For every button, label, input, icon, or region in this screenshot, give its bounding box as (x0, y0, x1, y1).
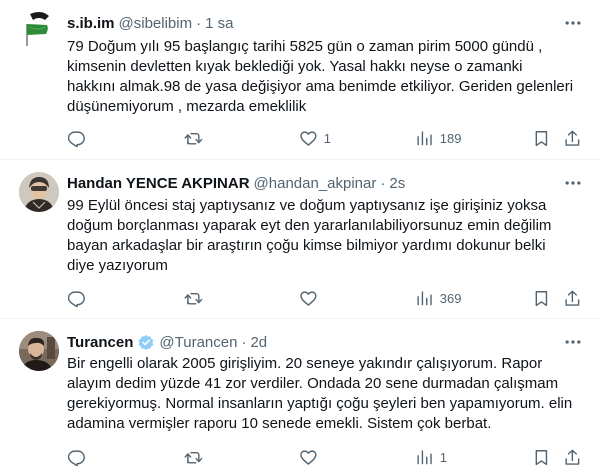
views-chart-icon (415, 448, 434, 467)
views-count: 369 (439, 290, 462, 306)
views-button[interactable]: 189 (415, 128, 461, 148)
separator-dot: · (380, 174, 386, 192)
reply-button[interactable] (67, 447, 92, 467)
author-name[interactable]: Turancen (67, 334, 133, 351)
author-name[interactable]: Handan YENCE AKPINAR (67, 175, 250, 192)
views-button[interactable]: 369 (415, 288, 461, 308)
retweet-button[interactable] (184, 128, 209, 148)
timestamp[interactable]: 1 sa (205, 15, 233, 32)
author-handle[interactable]: @Turancen (159, 334, 237, 351)
tweet-header: s.ib.im @sibelibim · 1 sa (67, 13, 233, 33)
timeline: s.ib.im @sibelibim · 1 sa 79 Doğum yılı … (0, 0, 601, 475)
views-button[interactable]: 1 (415, 447, 447, 467)
tweet-header: Turancen @Turancen · 2d (67, 332, 267, 352)
reply-icon (67, 448, 86, 467)
bookmark-icon (532, 448, 551, 467)
like-button[interactable]: 1 (299, 128, 331, 148)
tweet[interactable]: Handan YENCE AKPINAR @handan_akpinar · 2… (0, 160, 601, 319)
views-chart-icon (415, 289, 434, 308)
tweet-actions: 1 (67, 447, 587, 467)
reply-icon (67, 289, 86, 308)
bookmark-button[interactable] (532, 447, 551, 467)
verified-badge-icon (137, 333, 155, 351)
bookmark-button[interactable] (532, 128, 551, 148)
views-chart-icon (415, 129, 434, 148)
timestamp[interactable]: 2d (250, 334, 267, 351)
more-dots-icon[interactable] (563, 332, 583, 352)
author-handle[interactable]: @handan_akpinar (254, 175, 377, 192)
retweet-button[interactable] (184, 447, 209, 467)
views-count: 1 (439, 449, 447, 465)
like-button[interactable] (299, 447, 324, 467)
bookmark-button[interactable] (532, 288, 551, 308)
retweet-icon (184, 129, 203, 148)
separator-dot: · (241, 333, 247, 351)
tweet-header: Handan YENCE AKPINAR @handan_akpinar · 2… (67, 173, 405, 193)
share-button[interactable] (563, 288, 582, 308)
heart-icon (299, 289, 318, 308)
reply-icon (67, 129, 86, 148)
avatar[interactable] (19, 331, 59, 371)
more-dots-icon[interactable] (563, 13, 583, 33)
like-button[interactable] (299, 288, 324, 308)
author-name[interactable]: s.ib.im (67, 15, 115, 32)
retweet-button[interactable] (184, 288, 209, 308)
share-button[interactable] (563, 128, 582, 148)
views-count: 189 (439, 130, 462, 146)
retweet-icon (184, 448, 203, 467)
tweet-text: 79 Doğum yılı 95 başlangıç tarihi 5825 g… (67, 38, 574, 115)
share-icon (563, 448, 582, 467)
tweet-text: Bir engelli olarak 2005 girişliyim. 20 s… (67, 355, 573, 432)
more-dots-icon[interactable] (563, 173, 583, 193)
share-button[interactable] (563, 447, 582, 467)
tweet[interactable]: s.ib.im @sibelibim · 1 sa 79 Doğum yılı … (0, 0, 601, 160)
heart-icon (299, 129, 318, 148)
separator-dot: · (196, 14, 202, 32)
tweet-actions: 1 189 (67, 128, 587, 148)
reply-button[interactable] (67, 128, 92, 148)
tweet-actions: 369 (67, 288, 587, 308)
share-icon (563, 289, 582, 308)
avatar[interactable] (19, 12, 59, 52)
timestamp[interactable]: 2s (389, 175, 405, 192)
bookmark-icon (532, 289, 551, 308)
tweet-text: 99 Eylül öncesi staj yaptıysanız ve doğu… (67, 197, 552, 274)
retweet-icon (184, 289, 203, 308)
author-handle[interactable]: @sibelibim (119, 15, 193, 32)
reply-button[interactable] (67, 288, 92, 308)
heart-icon (299, 448, 318, 467)
bookmark-icon (532, 129, 551, 148)
share-icon (563, 129, 582, 148)
like-count: 1 (323, 130, 331, 146)
avatar[interactable] (19, 172, 59, 212)
tweet[interactable]: Turancen @Turancen · 2d Bir engelli olar… (0, 319, 601, 475)
